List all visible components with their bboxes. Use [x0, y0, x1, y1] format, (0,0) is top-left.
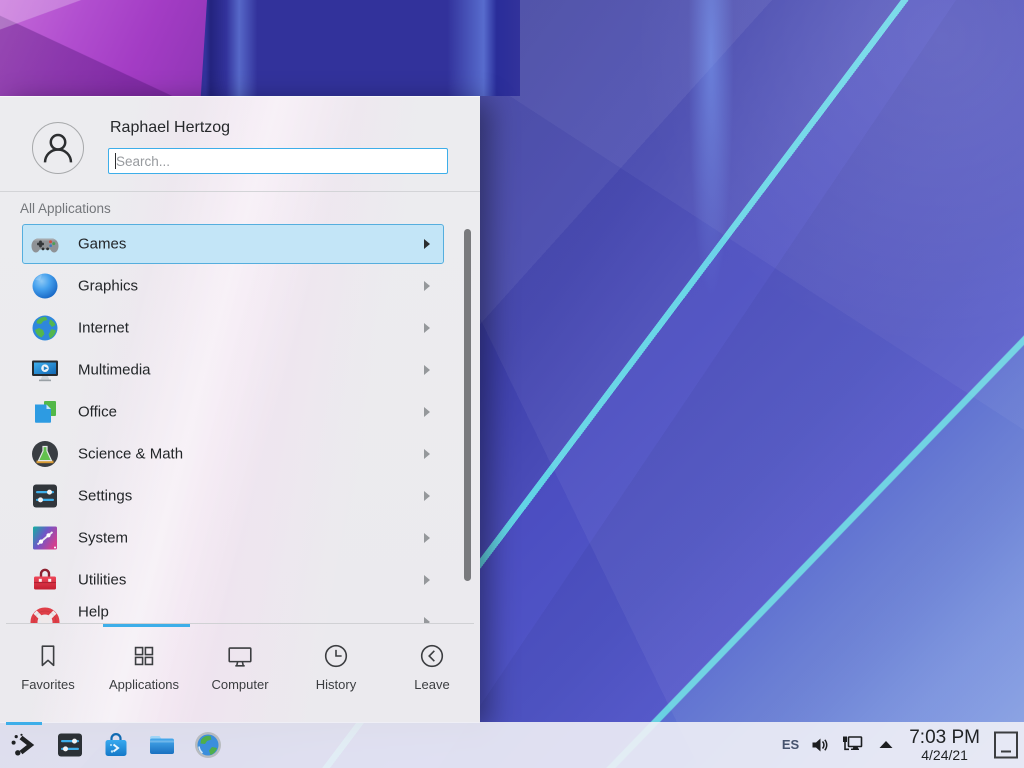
- category-item-multimedia[interactable]: Multimedia: [0, 349, 480, 391]
- systemsettings-icon: [54, 729, 86, 761]
- category-item-science-math[interactable]: Science & Math: [0, 433, 480, 475]
- submenu-arrow-icon: [424, 407, 430, 417]
- submenu-arrow-icon: [424, 365, 430, 375]
- category-item-settings[interactable]: Settings: [0, 475, 480, 517]
- graphics-icon: [29, 270, 61, 302]
- taskbar-panel: ES 7:03 PM 4/24/21: [0, 722, 1024, 768]
- games-icon: [29, 228, 61, 260]
- science-icon: [29, 438, 61, 470]
- settings-icon: [29, 480, 61, 512]
- application-launcher-menu: Raphael Hertzog All Applications Games G…: [0, 96, 480, 723]
- category-label: Help: [78, 604, 109, 621]
- tab-label: Favorites: [21, 677, 74, 692]
- search-box[interactable]: [108, 148, 448, 174]
- category-label: Science & Math: [78, 446, 183, 463]
- wallpaper-gloss-highlight: [688, 0, 734, 300]
- tab-applications[interactable]: Applications: [96, 627, 192, 723]
- system-icon: [29, 522, 61, 554]
- tab-label: Applications: [109, 677, 179, 692]
- tab-computer[interactable]: Computer: [192, 627, 288, 723]
- submenu-arrow-icon: [424, 239, 430, 249]
- browser-icon: [192, 729, 224, 761]
- computer-icon: [225, 641, 255, 671]
- submenu-arrow-icon: [424, 281, 430, 291]
- category-label: Internet: [78, 320, 129, 337]
- category-item-system[interactable]: System: [0, 517, 480, 559]
- user-name: Raphael Hertzog: [110, 119, 230, 137]
- wallpaper-magenta-wedge: [0, 0, 207, 96]
- discover-icon: [100, 729, 132, 761]
- category-label: Games: [78, 236, 126, 253]
- internet-icon: [29, 312, 61, 344]
- volume-icon[interactable]: [810, 735, 830, 755]
- taskbar-app-file-manager[interactable]: [146, 729, 178, 761]
- category-label: Graphics: [78, 278, 138, 295]
- user-avatar[interactable]: [32, 122, 84, 174]
- keyboard-layout-indicator[interactable]: ES: [782, 737, 799, 752]
- taskbar-app-web-browser[interactable]: [192, 729, 224, 761]
- search-input[interactable]: [109, 149, 447, 173]
- help-icon: [29, 606, 61, 623]
- category-item-graphics[interactable]: Graphics: [0, 265, 480, 307]
- favorites-icon: [33, 641, 63, 671]
- category-label: Office: [78, 404, 117, 421]
- dolphin-icon: [146, 729, 178, 761]
- tabbar-separator: [6, 623, 474, 624]
- clock-date: 4/24/21: [909, 748, 980, 763]
- tab-label: History: [316, 677, 356, 692]
- tab-favorites[interactable]: Favorites: [0, 627, 96, 723]
- submenu-arrow-icon: [424, 533, 430, 543]
- category-label: Settings: [78, 488, 132, 505]
- expand-tray-icon[interactable]: [876, 735, 896, 755]
- system-tray: ES 7:03 PM 4/24/21: [782, 728, 1024, 763]
- taskbar-app-discover[interactable]: [100, 729, 132, 761]
- taskbar-app-application-launcher[interactable]: [8, 729, 40, 761]
- section-label: All Applications: [20, 201, 111, 216]
- category-list: Games Graphics Internet Multimedia Offic…: [0, 223, 480, 623]
- show-desktop-button[interactable]: [993, 730, 1019, 760]
- taskbar-launchers: [0, 729, 224, 761]
- category-item-games[interactable]: Games: [0, 223, 480, 265]
- wallpaper-top-strip: [0, 0, 520, 96]
- tab-leave[interactable]: Leave: [384, 627, 480, 723]
- scrollbar[interactable]: [464, 229, 471, 581]
- digital-clock[interactable]: 7:03 PM 4/24/21: [909, 728, 980, 763]
- history-icon: [321, 641, 351, 671]
- show-desktop-icon: [993, 730, 1019, 760]
- category-item-office[interactable]: Office: [0, 391, 480, 433]
- launcher-header: Raphael Hertzog: [0, 97, 480, 192]
- clock-time: 7:03 PM: [909, 728, 980, 748]
- tab-label: Computer: [211, 677, 268, 692]
- submenu-arrow-icon: [424, 449, 430, 459]
- network-icon[interactable]: [841, 735, 865, 755]
- kickoff-icon: [8, 729, 40, 761]
- taskbar-app-system-settings[interactable]: [54, 729, 86, 761]
- tab-label: Leave: [414, 677, 449, 692]
- category-label: Multimedia: [78, 362, 151, 379]
- category-item-help[interactable]: Help: [0, 601, 480, 623]
- text-caret: [115, 153, 116, 169]
- multimedia-icon: [29, 354, 61, 386]
- category-label: Utilities: [78, 572, 126, 589]
- office-icon: [29, 396, 61, 428]
- submenu-arrow-icon: [424, 575, 430, 585]
- leave-icon: [417, 641, 447, 671]
- launcher-tabbar: Favorites Applications Computer History …: [0, 627, 480, 723]
- submenu-arrow-icon: [424, 323, 430, 333]
- submenu-arrow-icon: [424, 491, 430, 501]
- applications-icon: [129, 641, 159, 671]
- user-avatar-icon: [33, 160, 83, 177]
- tab-history[interactable]: History: [288, 627, 384, 723]
- category-item-internet[interactable]: Internet: [0, 307, 480, 349]
- utilities-icon: [29, 564, 61, 596]
- category-label: System: [78, 530, 128, 547]
- category-item-utilities[interactable]: Utilities: [0, 559, 480, 601]
